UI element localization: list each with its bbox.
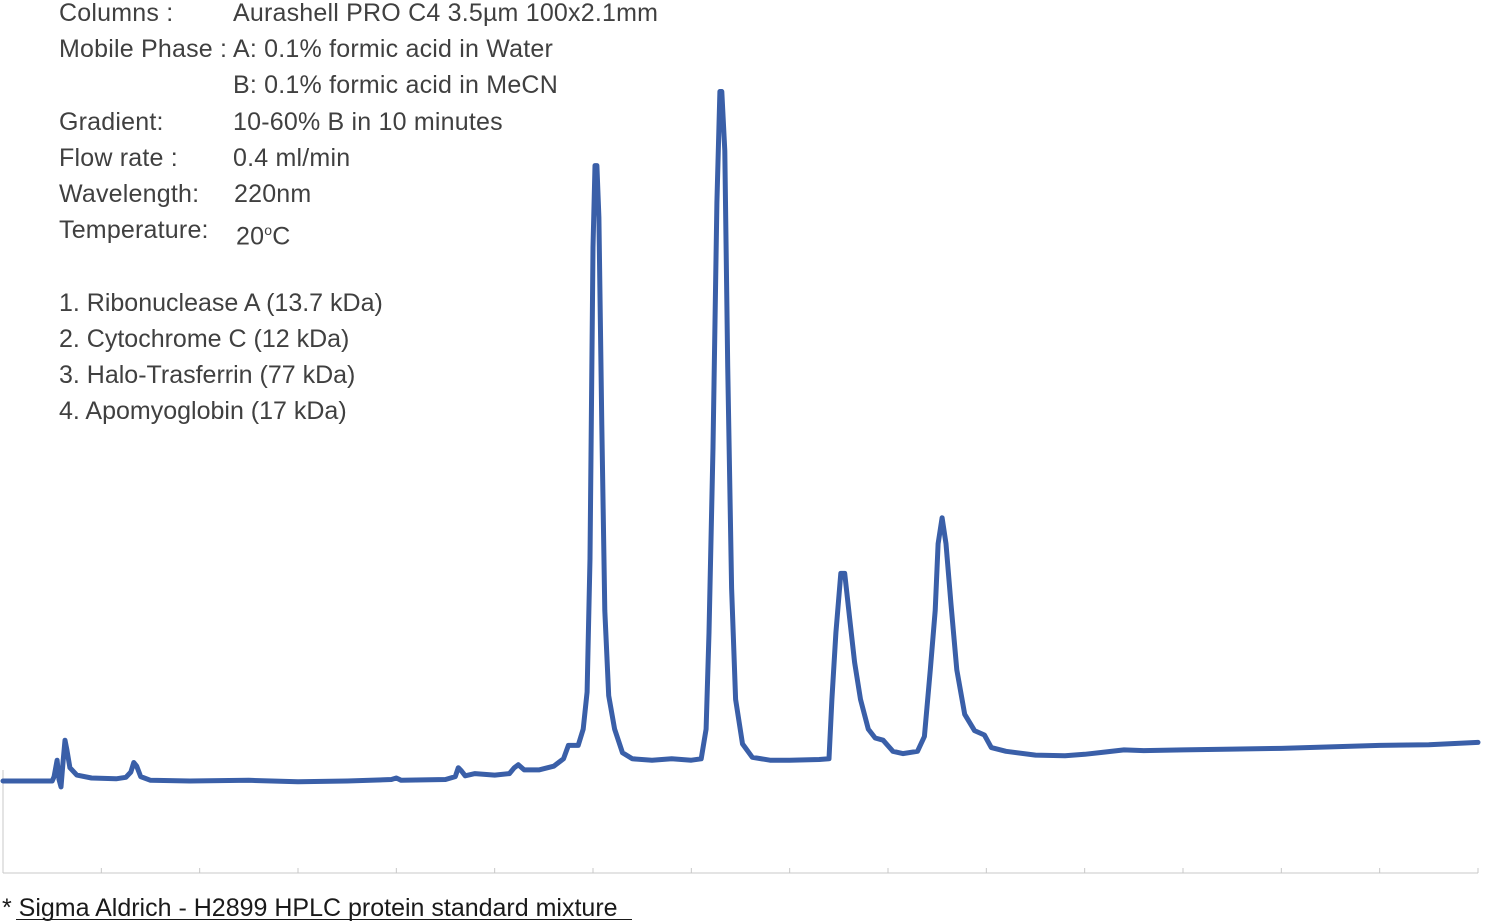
mobile-phase-a: A: 0.1% formic acid in Water — [233, 35, 554, 63]
temperature-number: 20 — [236, 222, 265, 251]
x-axis — [2, 770, 1479, 874]
gradient-value: 10-60% B in 10 minutes — [233, 108, 503, 136]
mobile-phase-b: B: 0.1% formic acid in MeCN — [233, 71, 558, 99]
temperature-label: Temperature: — [59, 216, 209, 244]
wavelength-value: 220nm — [234, 180, 312, 208]
temperature-unit: C — [272, 222, 291, 251]
mobile-phase-label: Mobile Phase : — [59, 35, 228, 63]
legend-item-1: 1. Ribonuclease A (13.7 kDa) — [59, 289, 383, 317]
trace-layer — [0, 89, 1481, 790]
wavelength-label: Wavelength: — [59, 180, 200, 208]
footnote-underline — [16, 919, 632, 920]
columns-value: Aurashell PRO C4 3.5µm 100x2.1mm — [233, 0, 659, 27]
legend-item-3: 3. Halo-Trasferrin (77 kDa) — [59, 361, 356, 389]
columns-label: Columns : — [59, 0, 174, 27]
legend-item-2: 2. Cytochrome C (12 kDa) — [59, 325, 350, 353]
flow-rate-label: Flow rate : — [59, 144, 178, 172]
temperature-value: 20oC — [236, 215, 290, 251]
chromatogram-trace — [0, 89, 1481, 790]
legend-item-4: 4. Apomyoglobin (17 kDa) — [59, 397, 347, 425]
flow-rate-value: 0.4 ml/min — [233, 144, 351, 172]
chromatogram: Columns : Aurashell PRO C4 3.5µm 100x2.1… — [0, 0, 1500, 923]
gradient-label: Gradient: — [59, 108, 164, 136]
chromatogram-plot — [0, 89, 1481, 874]
